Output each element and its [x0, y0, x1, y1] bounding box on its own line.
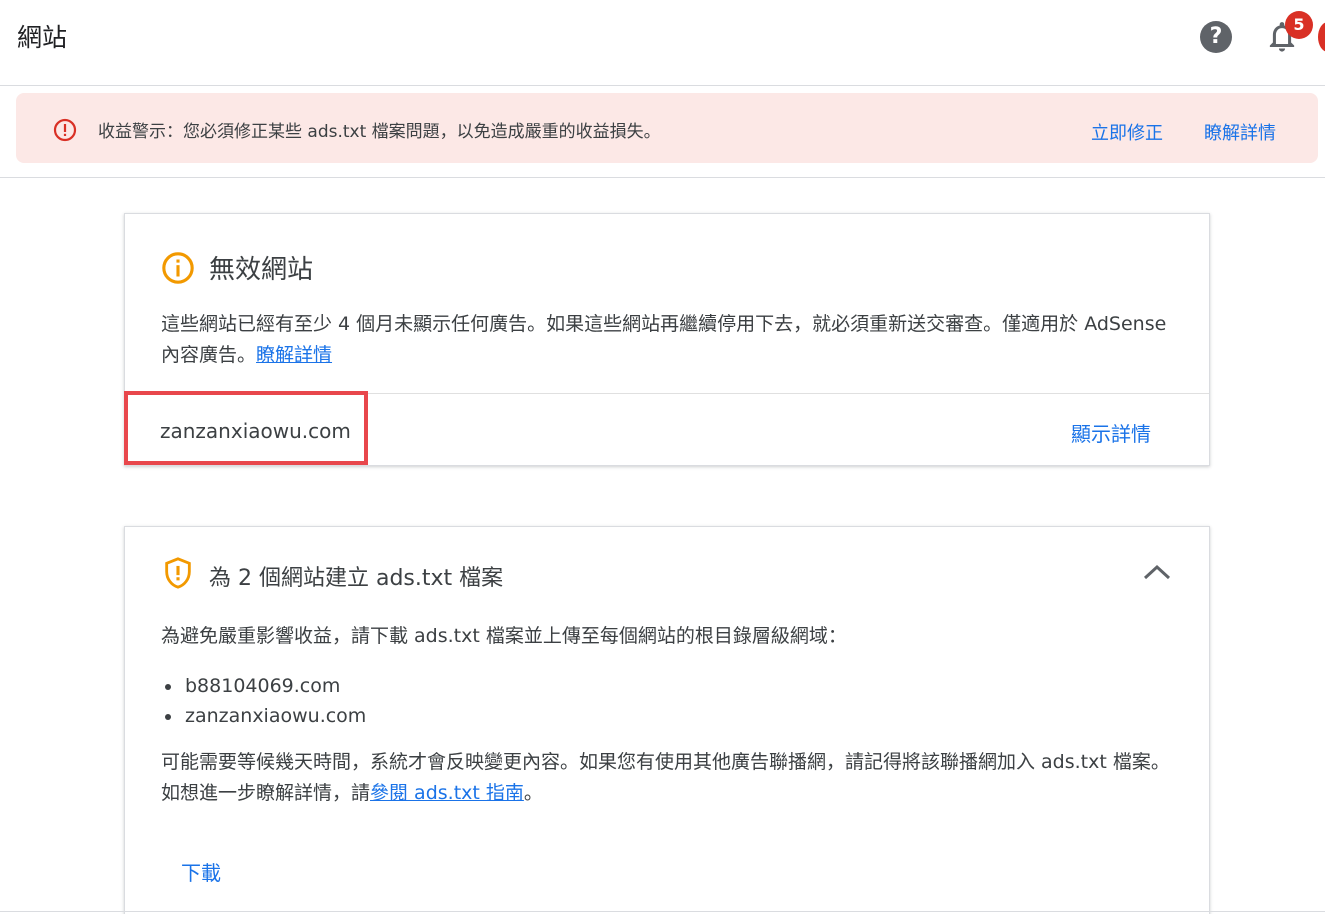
- learn-more-link[interactable]: 瞭解詳情: [256, 344, 332, 366]
- highlight-box: [124, 391, 368, 465]
- avatar[interactable]: [1318, 22, 1325, 52]
- revenue-alert-banner: 收益警示：您必須修正某些 ads.txt 檔案問題，以免造成嚴重的收益損失。 立…: [16, 93, 1318, 163]
- show-details-link[interactable]: 顯示詳情: [1071, 418, 1151, 447]
- card-description: 為避免嚴重影響收益，請下載 ads.txt 檔案並上傳至每個網站的根目錄層級網域…: [161, 625, 847, 647]
- card-description: 這些網站已經有至少 4 個月未顯示任何廣告。如果這些網站再繼續停用下去，就必須重…: [161, 309, 1181, 371]
- chevron-up-icon[interactable]: [1140, 560, 1174, 584]
- card-title: 無效網站: [209, 255, 314, 285]
- page-title: 網站: [17, 23, 68, 52]
- divider: [0, 177, 1325, 178]
- learn-more-link[interactable]: 瞭解詳情: [1204, 119, 1276, 145]
- alert-message: 收益警示：您必須修正某些 ads.txt 檔案問題，以免造成嚴重的收益損失。: [98, 122, 661, 142]
- top-header: 網站 ? 5: [0, 0, 1325, 86]
- card-note: 可能需要等候幾天時間，系統才會反映變更內容。如果您有使用其他廣告聯播網，請記得將…: [161, 747, 1181, 809]
- fix-now-link[interactable]: 立即修正: [1091, 119, 1163, 145]
- divider: [0, 911, 1325, 912]
- info-icon: [162, 252, 194, 284]
- list-item: b88104069.com: [163, 671, 366, 701]
- notification-badge: 5: [1285, 11, 1313, 39]
- note-text: 可能需要等候幾天時間，系統才會反映變更內容。如果您有使用其他廣告聯播網，請記得將…: [161, 751, 1170, 804]
- download-button[interactable]: 下載: [181, 857, 221, 886]
- card-title: 為 2 個網站建立 ads.txt 檔案: [209, 566, 504, 591]
- site-list: b88104069.com zanzanxiaowu.com: [163, 671, 366, 731]
- ads-txt-guide-link[interactable]: 參閱 ads.txt 指南: [370, 782, 524, 804]
- list-item: zanzanxiaowu.com: [163, 701, 366, 731]
- help-icon[interactable]: ?: [1200, 21, 1232, 53]
- shield-warning-icon: [165, 557, 191, 589]
- note-suffix: 。: [523, 782, 543, 804]
- ads-txt-card: 為 2 個網站建立 ads.txt 檔案 為避免嚴重影響收益，請下載 ads.t…: [124, 526, 1210, 914]
- error-icon: [53, 118, 77, 142]
